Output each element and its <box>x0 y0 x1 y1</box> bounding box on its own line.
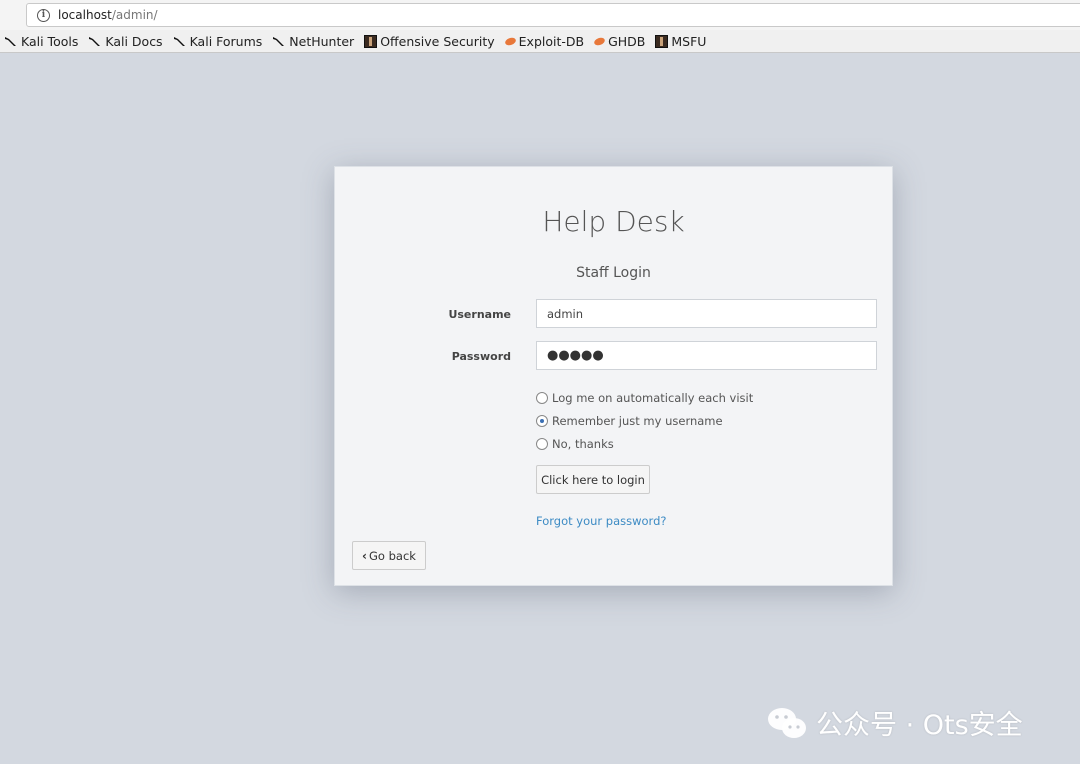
bookmark-label: Kali Forums <box>189 33 263 49</box>
radio-option-auto-login[interactable]: Log me on automatically each visit <box>536 391 753 405</box>
radio-button-checked[interactable] <box>536 415 548 427</box>
radio-label: Log me on automatically each visit <box>552 391 754 405</box>
username-field[interactable]: admin <box>536 299 877 328</box>
bookmark-label: Exploit-DB <box>518 33 585 49</box>
bookmark-label: GHDB <box>608 33 646 49</box>
bookmark-nethunter[interactable]: NetHunter <box>272 34 354 49</box>
login-card: Help Desk Staff Login Username admin Pas… <box>334 166 893 586</box>
username-label: Username <box>448 308 511 321</box>
kali-dragon-icon <box>5 37 16 46</box>
bookmark-label: Offensive Security <box>380 33 495 49</box>
info-icon[interactable]: i <box>37 8 50 22</box>
browser-toolbar: i localhost/admin/ <box>0 0 1080 30</box>
bookmark-kali-docs[interactable]: Kali Docs <box>88 33 163 49</box>
bookmark-label: Kali Docs <box>105 33 163 49</box>
bookmark-label: Kali Tools <box>21 33 79 49</box>
watermark-text: 公众号 · Ots安全 <box>816 710 1023 741</box>
watermark: 公众号 · Ots安全 <box>766 703 1023 742</box>
address-bar[interactable]: i localhost/admin/ <box>26 3 1080 27</box>
go-back-label: Go back <box>369 548 416 563</box>
bookmark-exploit-db[interactable]: Exploit-DB <box>503 33 585 49</box>
login-subtitle: Staff Login <box>576 265 651 281</box>
radio-option-remember-username[interactable]: Remember just my username <box>536 414 723 428</box>
exploit-db-icon <box>503 35 517 47</box>
kali-dragon-icon <box>173 37 185 46</box>
login-button[interactable]: Click here to login <box>536 465 650 494</box>
bookmark-label: MSFU <box>671 33 707 49</box>
offsec-icon <box>364 34 378 48</box>
bookmark-msfu[interactable]: MSFU <box>655 34 706 49</box>
chevron-left-icon: ‹ <box>362 548 367 563</box>
bookmark-kali-forums[interactable]: Kali Forums <box>173 33 263 49</box>
bookmarks-bar: Kali Tools Kali Docs Kali Forums NetHunt… <box>0 30 1080 53</box>
url-host: localhost <box>58 8 112 22</box>
radio-option-no-thanks[interactable]: No, thanks <box>536 437 614 451</box>
offsec-icon <box>655 34 669 48</box>
radio-label: Remember just my username <box>552 414 723 428</box>
username-value: admin <box>547 306 584 321</box>
bookmark-offensive-security[interactable]: Offensive Security <box>364 33 495 49</box>
radio-button[interactable] <box>536 438 548 450</box>
forgot-password-link[interactable]: Forgot your password? <box>536 514 666 528</box>
url-path: /admin/ <box>111 8 158 22</box>
bookmark-ghdb[interactable]: GHDB <box>593 33 646 49</box>
password-value: ●●●●● <box>547 348 604 363</box>
password-label: Password <box>451 350 511 363</box>
bookmark-label: NetHunter <box>289 33 355 49</box>
radio-button[interactable] <box>536 392 548 404</box>
exploit-db-icon <box>593 35 606 47</box>
url-text: localhost/admin/ <box>58 8 158 22</box>
kali-dragon-icon <box>273 37 285 46</box>
password-field[interactable]: ●●●●● <box>536 341 877 370</box>
page-title: Help Desk <box>542 205 685 238</box>
radio-label: No, thanks <box>552 437 614 451</box>
go-back-button[interactable]: ‹ Go back <box>352 541 426 570</box>
wechat-icon <box>768 707 806 738</box>
bookmark-kali-tools[interactable]: Kali Tools <box>4 34 78 49</box>
kali-dragon-icon <box>89 37 101 46</box>
